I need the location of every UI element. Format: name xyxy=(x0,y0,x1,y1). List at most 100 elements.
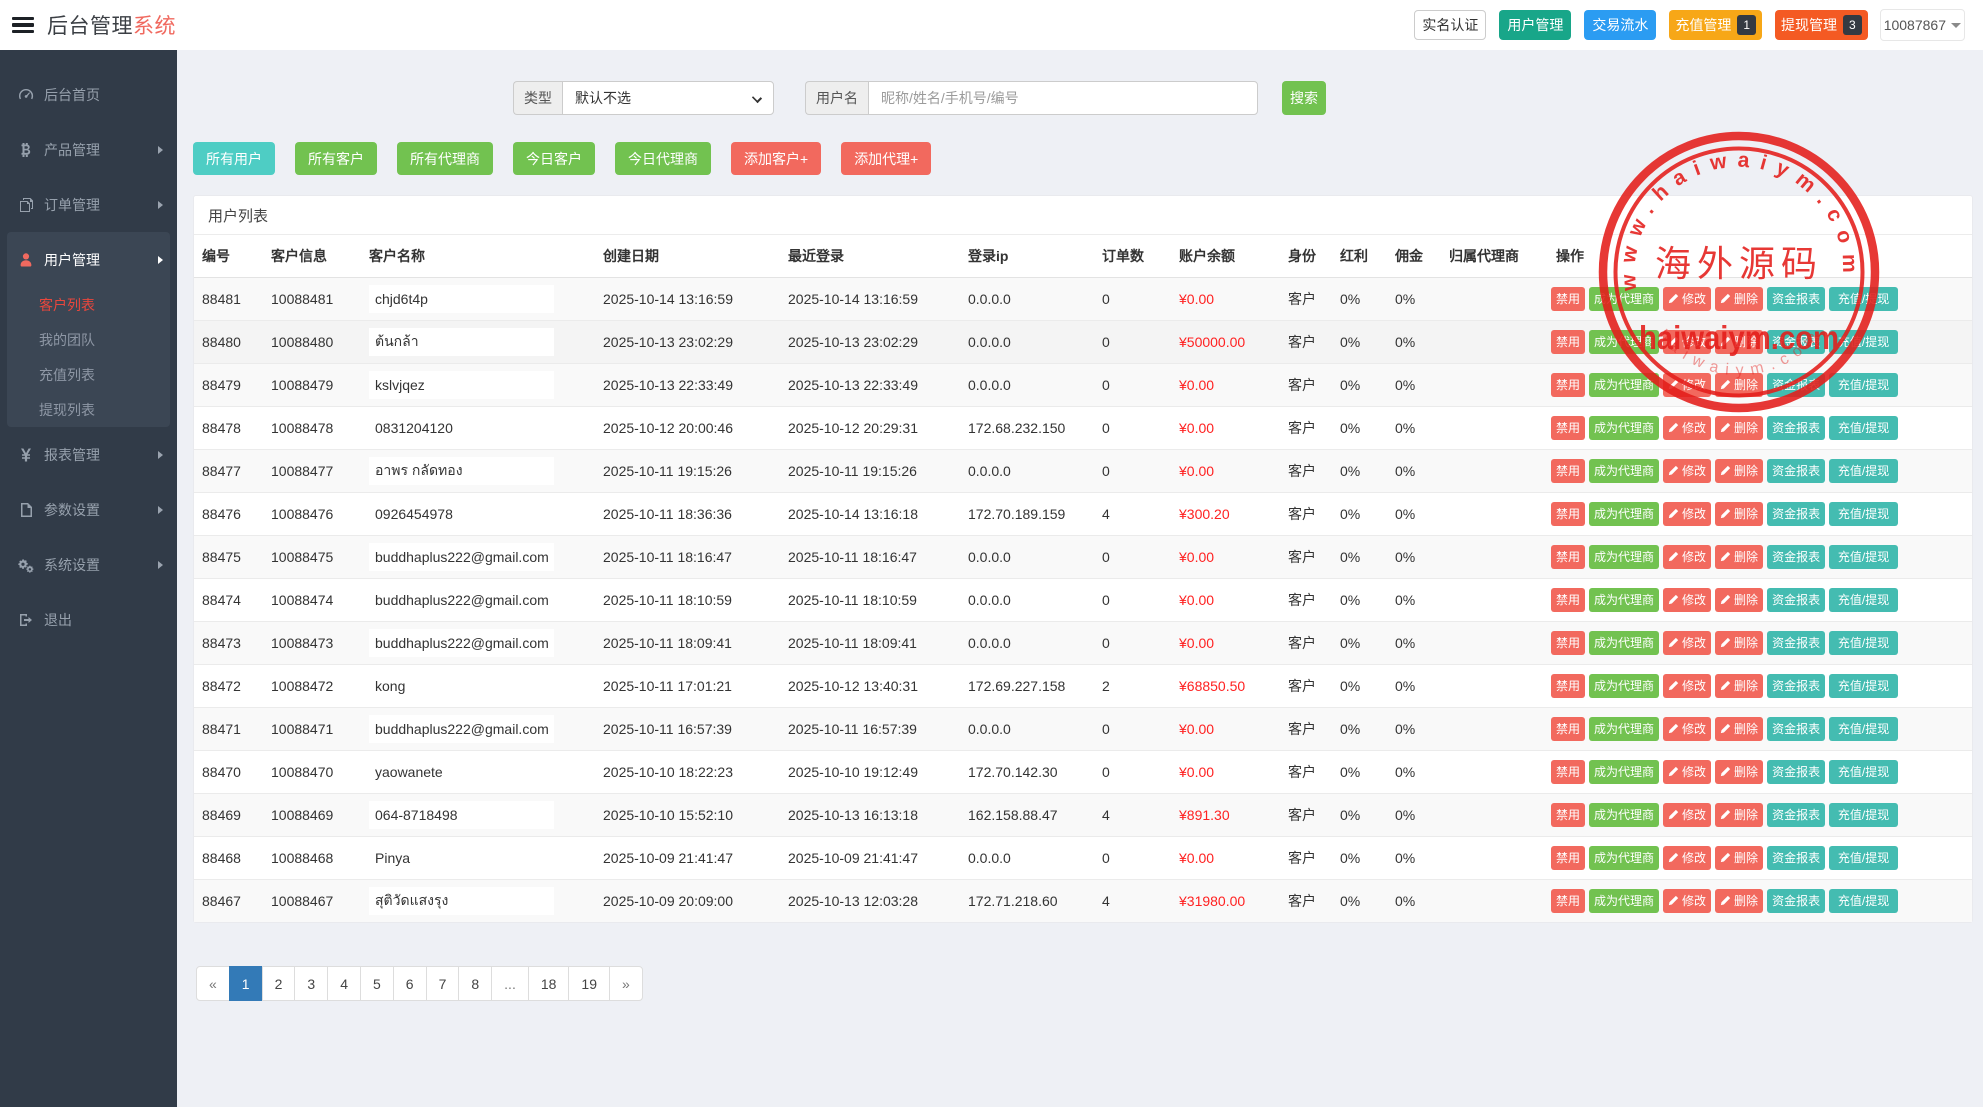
edit-button[interactable]: 修改 xyxy=(1663,373,1711,397)
sidebar-subitem-我的团队[interactable]: 我的团队 xyxy=(7,322,170,357)
customer-name-input[interactable] xyxy=(369,801,554,829)
quick-button-4[interactable]: 今日客户 xyxy=(513,142,595,175)
recharge-withdraw-button[interactable]: 充值/提现 xyxy=(1829,760,1898,784)
pagination-page-8[interactable]: 8 xyxy=(458,966,492,1001)
disable-button[interactable]: 禁用 xyxy=(1551,373,1585,397)
pagination-page-3[interactable]: 3 xyxy=(294,966,328,1001)
pagination-page-18[interactable]: 18 xyxy=(528,966,570,1001)
delete-button[interactable]: 删除 xyxy=(1715,502,1763,526)
disable-button[interactable]: 禁用 xyxy=(1551,717,1585,741)
pagination-page-»[interactable]: » xyxy=(609,966,643,1001)
recharge-withdraw-button[interactable]: 充值/提现 xyxy=(1829,588,1898,612)
recharge-withdraw-button[interactable]: 充值/提现 xyxy=(1829,889,1898,913)
customer-name-input[interactable] xyxy=(369,758,554,786)
recharge-withdraw-button[interactable]: 充值/提现 xyxy=(1829,631,1898,655)
customer-name-input[interactable] xyxy=(369,328,554,356)
quick-button-6[interactable]: 添加客户+ xyxy=(731,142,821,175)
become-agent-button[interactable]: 成为代理商 xyxy=(1589,717,1659,741)
become-agent-button[interactable]: 成为代理商 xyxy=(1589,287,1659,311)
username-input[interactable] xyxy=(868,81,1258,115)
edit-button[interactable]: 修改 xyxy=(1663,889,1711,913)
disable-button[interactable]: 禁用 xyxy=(1551,889,1585,913)
become-agent-button[interactable]: 成为代理商 xyxy=(1589,674,1659,698)
customer-name-input[interactable] xyxy=(369,715,554,743)
delete-button[interactable]: 删除 xyxy=(1715,631,1763,655)
fund-report-button[interactable]: 资金报表 xyxy=(1767,889,1825,913)
quick-button-7[interactable]: 添加代理+ xyxy=(841,142,931,175)
quick-button-3[interactable]: 所有代理商 xyxy=(397,142,493,175)
edit-button[interactable]: 修改 xyxy=(1663,545,1711,569)
fund-report-button[interactable]: 资金报表 xyxy=(1767,287,1825,311)
pagination-page-1[interactable]: 1 xyxy=(229,966,263,1001)
fund-report-button[interactable]: 资金报表 xyxy=(1767,717,1825,741)
become-agent-button[interactable]: 成为代理商 xyxy=(1589,373,1659,397)
user-id-dropdown[interactable]: 10087867 xyxy=(1880,9,1965,41)
delete-button[interactable]: 删除 xyxy=(1715,416,1763,440)
customer-name-input[interactable] xyxy=(369,457,554,485)
become-agent-button[interactable]: 成为代理商 xyxy=(1589,889,1659,913)
disable-button[interactable]: 禁用 xyxy=(1551,287,1585,311)
disable-button[interactable]: 禁用 xyxy=(1551,588,1585,612)
fund-report-button[interactable]: 资金报表 xyxy=(1767,545,1825,569)
customer-name-input[interactable] xyxy=(369,887,554,915)
edit-button[interactable]: 修改 xyxy=(1663,287,1711,311)
recharge-withdraw-button[interactable]: 充值/提现 xyxy=(1829,330,1898,354)
become-agent-button[interactable]: 成为代理商 xyxy=(1589,502,1659,526)
fund-report-button[interactable]: 资金报表 xyxy=(1767,502,1825,526)
sidebar-subitem-充值列表[interactable]: 充值列表 xyxy=(7,357,170,392)
fund-report-button[interactable]: 资金报表 xyxy=(1767,416,1825,440)
fund-report-button[interactable]: 资金报表 xyxy=(1767,588,1825,612)
become-agent-button[interactable]: 成为代理商 xyxy=(1589,330,1659,354)
pagination-page-6[interactable]: 6 xyxy=(393,966,427,1001)
recharge-withdraw-button[interactable]: 充值/提现 xyxy=(1829,416,1898,440)
sidebar-item-参数设置[interactable]: 参数设置 xyxy=(0,482,177,537)
become-agent-button[interactable]: 成为代理商 xyxy=(1589,803,1659,827)
navbar-button-3[interactable]: 交易流水 xyxy=(1584,10,1656,40)
quick-button-2[interactable]: 所有客户 xyxy=(295,142,377,175)
navbar-button-2[interactable]: 用户管理 xyxy=(1499,10,1571,40)
sidebar-item-报表管理[interactable]: 报表管理 xyxy=(0,427,177,482)
edit-button[interactable]: 修改 xyxy=(1663,588,1711,612)
disable-button[interactable]: 禁用 xyxy=(1551,416,1585,440)
edit-button[interactable]: 修改 xyxy=(1663,459,1711,483)
customer-name-input[interactable] xyxy=(369,414,554,442)
customer-name-input[interactable] xyxy=(369,586,554,614)
delete-button[interactable]: 删除 xyxy=(1715,545,1763,569)
disable-button[interactable]: 禁用 xyxy=(1551,545,1585,569)
navbar-button-4[interactable]: 充值管理1 xyxy=(1669,10,1762,40)
recharge-withdraw-button[interactable]: 充值/提现 xyxy=(1829,287,1898,311)
edit-button[interactable]: 修改 xyxy=(1663,330,1711,354)
disable-button[interactable]: 禁用 xyxy=(1551,330,1585,354)
recharge-withdraw-button[interactable]: 充值/提现 xyxy=(1829,502,1898,526)
disable-button[interactable]: 禁用 xyxy=(1551,803,1585,827)
hamburger-menu-icon[interactable] xyxy=(12,17,34,33)
customer-name-input[interactable] xyxy=(369,629,554,657)
delete-button[interactable]: 删除 xyxy=(1715,889,1763,913)
become-agent-button[interactable]: 成为代理商 xyxy=(1589,631,1659,655)
recharge-withdraw-button[interactable]: 充值/提现 xyxy=(1829,373,1898,397)
customer-name-input[interactable] xyxy=(369,371,554,399)
edit-button[interactable]: 修改 xyxy=(1663,502,1711,526)
pagination-page-5[interactable]: 5 xyxy=(360,966,394,1001)
become-agent-button[interactable]: 成为代理商 xyxy=(1589,846,1659,870)
delete-button[interactable]: 删除 xyxy=(1715,459,1763,483)
customer-name-input[interactable] xyxy=(369,543,554,571)
disable-button[interactable]: 禁用 xyxy=(1551,459,1585,483)
edit-button[interactable]: 修改 xyxy=(1663,760,1711,784)
customer-name-input[interactable] xyxy=(369,500,554,528)
recharge-withdraw-button[interactable]: 充值/提现 xyxy=(1829,846,1898,870)
sidebar-item-后台首页[interactable]: 后台首页 xyxy=(0,67,177,122)
fund-report-button[interactable]: 资金报表 xyxy=(1767,373,1825,397)
disable-button[interactable]: 禁用 xyxy=(1551,674,1585,698)
pagination-page-2[interactable]: 2 xyxy=(262,966,296,1001)
sidebar-item-系统设置[interactable]: 系统设置 xyxy=(0,537,177,592)
become-agent-button[interactable]: 成为代理商 xyxy=(1589,588,1659,612)
edit-button[interactable]: 修改 xyxy=(1663,416,1711,440)
disable-button[interactable]: 禁用 xyxy=(1551,631,1585,655)
recharge-withdraw-button[interactable]: 充值/提现 xyxy=(1829,717,1898,741)
delete-button[interactable]: 删除 xyxy=(1715,588,1763,612)
become-agent-button[interactable]: 成为代理商 xyxy=(1589,459,1659,483)
become-agent-button[interactable]: 成为代理商 xyxy=(1589,760,1659,784)
pagination-page-«[interactable]: « xyxy=(196,966,230,1001)
disable-button[interactable]: 禁用 xyxy=(1551,846,1585,870)
